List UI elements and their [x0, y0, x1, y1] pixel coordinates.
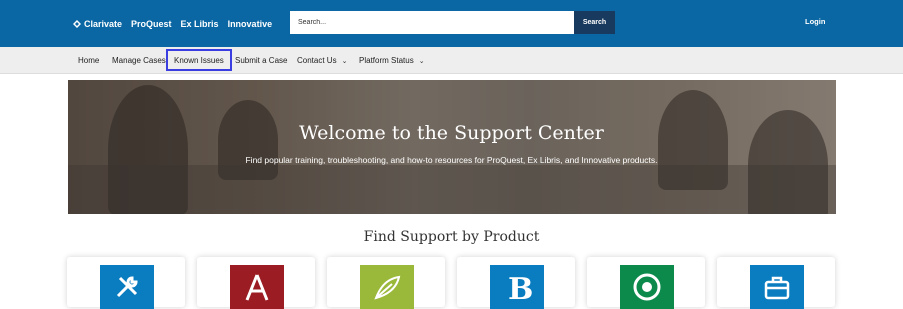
- hero-banner: [68, 80, 836, 214]
- leaf-icon: [374, 275, 401, 300]
- hero-overlay: [68, 80, 836, 214]
- product-card[interactable]: [197, 257, 315, 309]
- product-tile: [620, 265, 674, 309]
- tools-icon: [116, 276, 138, 298]
- chevron-down-icon: ⌄: [341, 57, 348, 65]
- b-letter-icon: B: [508, 272, 532, 302]
- hero-title: Welcome to the Support Center: [299, 122, 604, 144]
- main-nav: Home Manage Cases Known Issues Submit a …: [0, 47, 903, 74]
- nav-label: Submit a Case: [235, 56, 288, 65]
- hero-subtitle: Find popular training, troubleshooting, …: [245, 155, 658, 165]
- brand-link-proquest[interactable]: ProQuest: [131, 19, 172, 29]
- product-tile: [230, 265, 284, 309]
- product-card[interactable]: [327, 257, 445, 309]
- brand-link-innovative[interactable]: Innovative: [228, 19, 273, 29]
- nav-label: Known Issues: [174, 55, 224, 65]
- clarivate-mark-icon: [73, 19, 81, 28]
- product-tile: [750, 265, 804, 309]
- nav-submit-case[interactable]: Submit a Case: [235, 47, 287, 74]
- nav-platform-status[interactable]: Platform Status ⌄: [359, 47, 425, 74]
- nav-label: Manage Cases: [112, 56, 166, 65]
- product-tile: [100, 265, 154, 309]
- product-card[interactable]: B: [457, 257, 575, 309]
- swirl-icon: [633, 273, 661, 301]
- nav-label: Platform Status: [359, 56, 414, 65]
- nav-known-issues[interactable]: Known Issues: [166, 49, 232, 71]
- nav-label: Contact Us: [297, 56, 337, 65]
- product-card[interactable]: [67, 257, 185, 309]
- product-tile: [360, 265, 414, 309]
- product-card[interactable]: [587, 257, 705, 309]
- nav-label: Home: [78, 56, 100, 65]
- product-tile: B: [490, 265, 544, 309]
- briefcase-icon: [764, 276, 790, 300]
- search-button[interactable]: Search: [574, 11, 615, 34]
- brand-name: Clarivate: [84, 18, 123, 29]
- nav-manage-cases[interactable]: Manage Cases: [112, 47, 166, 74]
- clarivate-logo[interactable]: Clarivate: [72, 19, 122, 29]
- login-link[interactable]: Login: [805, 17, 825, 26]
- chevron-down-icon: ⌄: [418, 57, 425, 65]
- product-card[interactable]: [717, 257, 835, 309]
- product-section-title: Find Support by Product: [363, 229, 540, 245]
- nav-contact-us[interactable]: Contact Us ⌄: [297, 47, 347, 74]
- svg-text:B: B: [508, 272, 532, 302]
- brand-link-exlibris[interactable]: Ex Libris: [181, 19, 219, 29]
- search-input[interactable]: [290, 11, 574, 34]
- brand-bar: Clarivate ProQuest Ex Libris Innovative: [72, 0, 281, 47]
- alma-a-icon: [245, 274, 269, 301]
- nav-home[interactable]: Home: [78, 47, 99, 74]
- top-header: Clarivate ProQuest Ex Libris Innovative …: [0, 0, 903, 47]
